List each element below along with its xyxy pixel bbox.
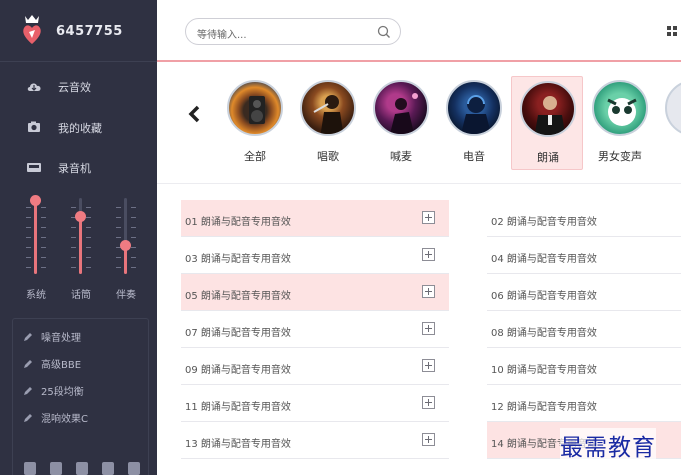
pencil-icon	[24, 360, 32, 368]
list-item[interactable]: 11 朗诵与配音专用音效	[181, 385, 449, 422]
toolbar-icon-3[interactable]	[76, 462, 88, 475]
sidebar: 6457755 云音效 我的收藏 录音机 系统 话筒 伴奏 噪音处理 高级BBE…	[0, 0, 157, 475]
grid-icon[interactable]	[667, 26, 677, 36]
add-icon[interactable]	[422, 396, 435, 409]
category-thumbnail	[592, 80, 648, 136]
category-thumbnail	[665, 80, 681, 136]
app-window: 6457755 云音效 我的收藏 录音机 系统 话筒 伴奏 噪音处理 高级BBE…	[0, 0, 681, 475]
pencil-icon	[24, 387, 32, 395]
list-item[interactable]: 07 朗诵与配音专用音效	[181, 311, 449, 348]
category-label: 唱歌	[317, 150, 339, 163]
list-item[interactable]: 03 朗诵与配音专用音效	[181, 237, 449, 274]
sidebar-toolbar	[24, 462, 144, 475]
category-label: 全部	[244, 150, 266, 163]
list-item[interactable]: 05 朗诵与配音专用音效	[181, 274, 449, 311]
sidebar-item-cloud-sounds[interactable]: 云音效	[0, 75, 157, 99]
category-mc[interactable]: 喊麦	[365, 76, 437, 170]
slider-knob[interactable]	[30, 195, 41, 206]
list-item[interactable]: 12 朗诵与配音专用音效	[487, 385, 681, 422]
category-bar: 全部 唱歌 喊麦 电音 朗诵 男女变声	[157, 62, 681, 184]
category-voice-changer[interactable]: 男女变声	[584, 76, 656, 170]
list-item[interactable]: 09 朗诵与配音专用音效	[181, 348, 449, 385]
accompaniment-volume-slider[interactable]	[114, 198, 138, 274]
category-thumbnail	[446, 80, 502, 136]
category-thumbnail	[373, 80, 429, 136]
category-label: 喊麦	[390, 150, 412, 163]
sidebar-item-favorites[interactable]: 我的收藏	[0, 116, 157, 140]
effect-advanced-bbe[interactable]: 高级BBE	[23, 356, 81, 371]
system-volume-slider[interactable]	[24, 195, 48, 274]
category-thumbnail	[300, 80, 356, 136]
pencil-icon	[24, 333, 32, 341]
list-item[interactable]: 13 朗诵与配音专用音效	[181, 422, 449, 459]
sidebar-item-label: 我的收藏	[58, 122, 102, 135]
add-icon[interactable]	[422, 285, 435, 298]
accompaniment-volume-label: 伴奏	[116, 290, 136, 301]
recorder-icon	[27, 163, 41, 172]
category-label: 朗诵	[537, 151, 559, 164]
mic-volume-label: 话筒	[71, 290, 91, 301]
camera-icon	[28, 121, 40, 132]
add-icon[interactable]	[422, 322, 435, 335]
category-label: 男女变声	[598, 150, 642, 163]
top-header: 等待输入...	[157, 0, 681, 62]
sidebar-item-recorder[interactable]: 录音机	[0, 156, 157, 180]
toolbar-icon-1[interactable]	[24, 462, 36, 475]
slider-knob[interactable]	[75, 211, 86, 222]
list-item[interactable]: 10 朗诵与配音专用音效	[487, 348, 681, 385]
toolbar-icon-4[interactable]	[102, 462, 114, 475]
category-singing[interactable]: 唱歌	[292, 76, 364, 170]
search-icon[interactable]	[377, 25, 391, 39]
effect-25-band-eq[interactable]: 25段均衡	[23, 383, 84, 398]
effects-panel: 噪音处理 高级BBE 25段均衡 混响效果C	[12, 318, 149, 475]
category-more[interactable]	[657, 76, 681, 170]
effect-noise-reduction[interactable]: 噪音处理	[23, 329, 81, 344]
sidebar-item-label: 录音机	[58, 162, 91, 175]
mic-volume-slider[interactable]	[69, 198, 93, 274]
brand-header: 6457755	[0, 0, 157, 62]
volume-mixer: 系统 话筒 伴奏	[0, 192, 157, 302]
chevron-left-icon[interactable]	[187, 104, 201, 124]
sidebar-item-label: 云音效	[58, 81, 91, 94]
toolbar-icon-2[interactable]	[50, 462, 62, 475]
add-icon[interactable]	[422, 433, 435, 446]
effect-reverb-c[interactable]: 混响效果C	[23, 410, 88, 425]
list-item[interactable]: 08 朗诵与配音专用音效	[487, 311, 681, 348]
add-icon[interactable]	[422, 248, 435, 261]
category-electronic[interactable]: 电音	[438, 76, 510, 170]
category-thumbnail	[227, 80, 283, 136]
list-item[interactable]: 04 朗诵与配音专用音效	[487, 237, 681, 274]
cloud-icon	[27, 83, 41, 91]
category-label: 电音	[463, 150, 485, 163]
list-item[interactable]: 01 朗诵与配音专用音效	[181, 200, 449, 237]
add-icon[interactable]	[422, 211, 435, 224]
add-icon[interactable]	[422, 359, 435, 372]
search-input[interactable]: 等待输入...	[197, 26, 247, 41]
list-item[interactable]: 02 朗诵与配音专用音效	[487, 200, 681, 237]
category-recitation[interactable]: 朗诵	[511, 76, 583, 170]
category-thumbnail	[520, 81, 576, 137]
crowned-heart-logo	[23, 15, 41, 44]
toolbar-icon-5[interactable]	[128, 462, 140, 475]
slider-knob[interactable]	[120, 240, 131, 251]
list-item[interactable]: 06 朗诵与配音专用音效	[487, 274, 681, 311]
system-volume-label: 系统	[26, 290, 46, 301]
search-box[interactable]: 等待输入...	[185, 18, 401, 45]
category-all[interactable]: 全部	[219, 76, 291, 170]
brand-name: 6457755	[56, 24, 123, 39]
watermark: 最需教育	[560, 428, 656, 462]
pencil-icon	[24, 414, 32, 422]
